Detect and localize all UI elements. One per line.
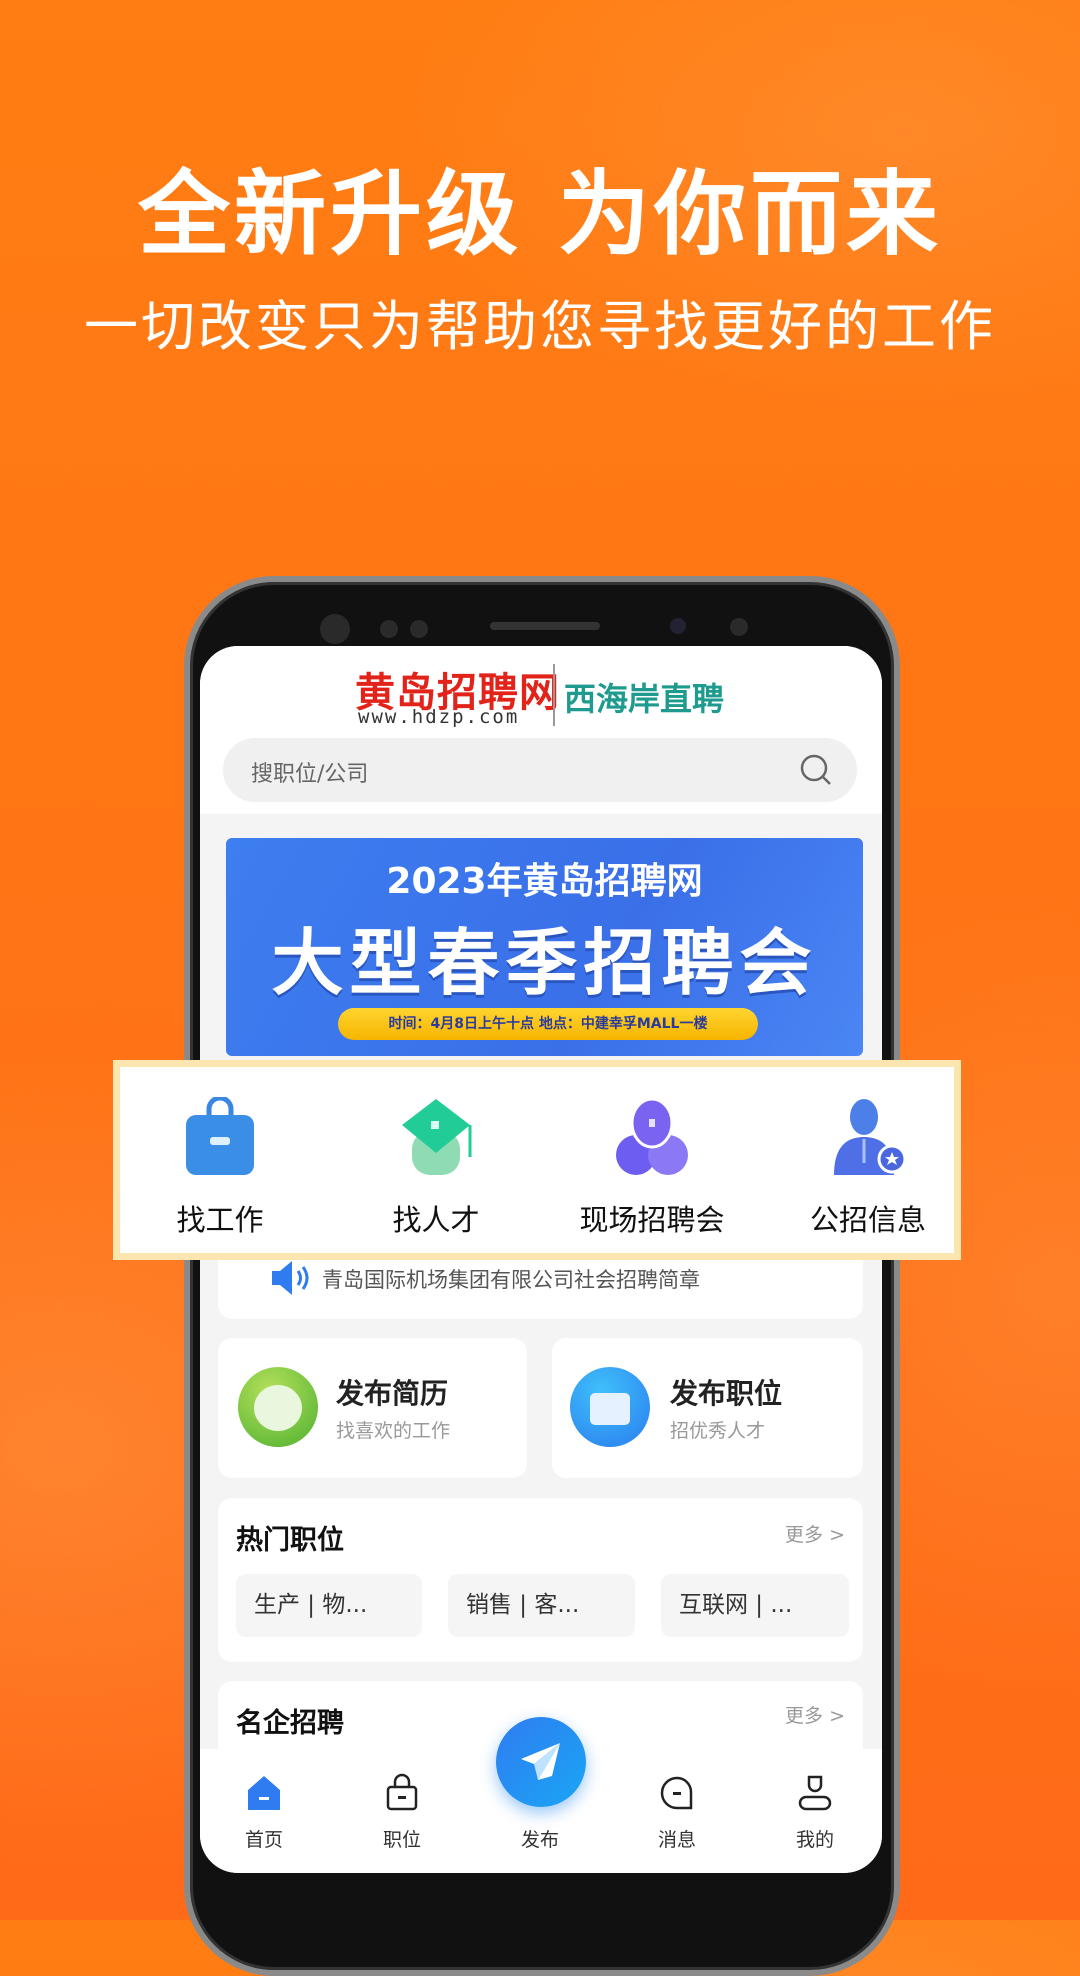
logo-slogan: 西海岸直聘 <box>564 680 725 718</box>
people-group-icon <box>616 1097 688 1175</box>
sensor-icon <box>320 614 350 644</box>
famous-title: 名企招聘 <box>236 1708 344 1739</box>
promo-headline: 全新升级 为你而来 <box>137 161 943 268</box>
quick-action-label: 现场招聘会 <box>579 1203 725 1237</box>
banner-line1: 2023年黄岛招聘网 <box>386 861 703 902</box>
nav-messages[interactable]: 消息 <box>622 1749 732 1873</box>
camera-icon <box>670 618 686 634</box>
hot-jobs-title: 热门职位 <box>236 1525 344 1556</box>
banner-title: 大型春季招聘会 <box>271 921 818 1005</box>
logo-url: www.hdzp.com <box>358 706 520 728</box>
publish-fab-button[interactable] <box>496 1717 586 1807</box>
speaker-grille <box>490 622 600 630</box>
nav-label: 消息 <box>657 1829 696 1851</box>
hot-jobs-section: 热门职位 更多 > 生产 | 物... 销售 | 客... 互联网 | ... <box>218 1498 863 1662</box>
publish-resume-card[interactable]: 发布简历 找喜欢的工作 <box>218 1338 527 1478</box>
job-chip[interactable]: 互联网 | ... <box>661 1574 849 1637</box>
job-chip[interactable]: 生产 | 物... <box>236 1574 422 1637</box>
sensor-icon <box>730 618 748 636</box>
nav-home[interactable]: 首页 <box>209 1749 319 1873</box>
logo-divider <box>553 664 555 726</box>
quick-action-label: 找工作 <box>176 1203 264 1237</box>
header: 黄岛招聘网 www.hdzp.com 西海岸直聘 搜职位/公司 <box>200 646 882 814</box>
graduation-cap-icon <box>402 1099 472 1175</box>
briefcase-icon <box>386 1773 418 1811</box>
sensor-icon <box>380 620 398 638</box>
quick-action-label: 找人才 <box>392 1203 480 1237</box>
briefcase-icon <box>570 1367 650 1447</box>
nav-label: 职位 <box>382 1829 421 1851</box>
publish-job-title: 发布职位 <box>670 1377 783 1410</box>
search-icon[interactable] <box>799 753 833 787</box>
paper-plane-icon <box>521 1743 560 1780</box>
nav-label: 首页 <box>244 1829 283 1851</box>
person-star-icon <box>834 1099 906 1175</box>
publish-job-card[interactable]: 发布职位 招优秀人才 <box>552 1338 863 1478</box>
message-icon <box>660 1776 693 1810</box>
famous-more-link[interactable]: 更多 > <box>785 1701 845 1728</box>
job-chip[interactable]: 销售 | 客... <box>448 1574 635 1637</box>
home-icon <box>248 1776 280 1810</box>
hot-jobs-more-link[interactable]: 更多 > <box>785 1520 845 1547</box>
nav-label: 发布 <box>520 1829 559 1851</box>
search-input[interactable]: 搜职位/公司 <box>223 738 857 802</box>
publish-resume-title: 发布简历 <box>336 1377 449 1410</box>
user-icon <box>798 1775 832 1811</box>
nav-profile[interactable]: 我的 <box>760 1749 870 1873</box>
nav-label: 我的 <box>795 1829 834 1851</box>
promo-subheadline: 一切改变只为帮助您寻找更好的工作 <box>84 295 996 358</box>
mascot-icon <box>238 1367 318 1447</box>
notice-text: 青岛国际机场集团有限公司社会招聘简章 <box>322 1268 700 1292</box>
banner-details: 时间：4月8日上午十点 地点：中建幸孚MALL一楼 <box>338 1008 758 1040</box>
nav-jobs[interactable]: 职位 <box>347 1749 457 1873</box>
search-placeholder: 搜职位/公司 <box>251 762 369 787</box>
quick-action-label: 公招信息 <box>809 1203 926 1237</box>
quick-actions-panel: 找工作 找人才 现场招聘会 公招信息 <box>113 1060 961 1260</box>
speaker-icon <box>272 1261 309 1295</box>
event-banner[interactable]: 2023年黄岛招聘网 大型春季招聘会 时间：4月8日上午十点 地点：中建幸孚MA… <box>226 838 863 1056</box>
sensor-icon <box>410 620 428 638</box>
publish-job-subtitle: 招优秀人才 <box>670 1420 766 1442</box>
publish-resume-subtitle: 找喜欢的工作 <box>336 1420 451 1442</box>
briefcase-icon <box>186 1097 254 1175</box>
